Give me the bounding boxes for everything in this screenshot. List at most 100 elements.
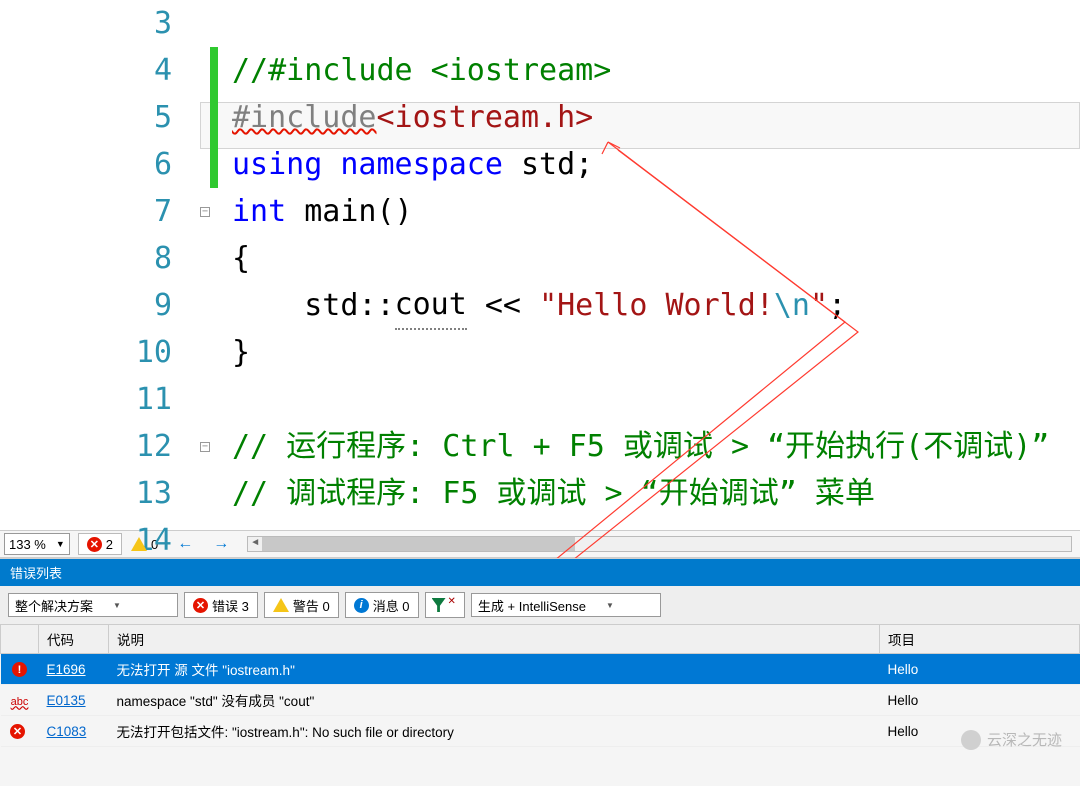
clear-x-icon: ✕ <box>448 596 456 607</box>
error-description: 无法打开 源 文件 "iostream.h" <box>109 654 880 685</box>
error-stop-icon: ! <box>12 662 27 677</box>
line-number: 10 <box>42 329 172 376</box>
error-icon: ✕ <box>193 598 208 613</box>
line-number: 14 <box>42 517 172 564</box>
comment-text: // 调试程序: F5 或调试 > “开始调试” 菜单 <box>232 470 875 517</box>
escape-sequence: \n <box>774 282 810 329</box>
error-project: Hello <box>880 654 1080 685</box>
grid-header-row[interactable]: 代码 说明 项目 <box>1 625 1080 654</box>
line-number: 12 <box>42 423 172 470</box>
info-icon: i <box>354 598 369 613</box>
code-line: using namespace std; <box>210 141 1080 188</box>
comment-text: // 运行程序: Ctrl + F5 或调试 > “开始执行(不调试)” <box>232 423 1049 470</box>
warning-icon <box>131 537 147 551</box>
code-line: −// 运行程序: Ctrl + F5 或调试 > “开始执行(不调试)” <box>210 423 1080 470</box>
funnel-icon <box>432 598 446 612</box>
code-editor[interactable]: 3 4 5 6 7 8 9 10 11 12 13 14 //#include … <box>0 0 1080 530</box>
error-list-title[interactable]: 错误列表 <box>0 559 1080 586</box>
punctuation: () <box>377 188 413 235</box>
keyword: using <box>232 141 322 188</box>
error-project: Hello <box>880 685 1080 716</box>
header-severity[interactable] <box>1 625 39 654</box>
code-line: std::cout << "Hello World!\n"; <box>210 282 1080 329</box>
identifier-cout: cout <box>395 281 467 330</box>
code-content[interactable]: //#include <iostream> #include<iostream.… <box>200 0 1080 530</box>
error-project: Hello <box>880 716 1080 747</box>
header-code[interactable]: 代码 <box>39 625 109 654</box>
scrollbar-thumb[interactable] <box>262 537 575 551</box>
fold-toggle-icon[interactable]: − <box>200 207 210 217</box>
string-literal: " <box>810 282 828 329</box>
string-literal: "Hello World! <box>539 282 774 329</box>
error-row[interactable]: abc E0135 namespace "std" 没有成员 "cout" He… <box>1 685 1080 716</box>
brace: } <box>232 329 250 376</box>
line-number: 5 <box>42 94 172 141</box>
function-name: main <box>286 188 376 235</box>
comment-text: //#include <iostream> <box>232 47 611 94</box>
header-description[interactable]: 说明 <box>109 625 880 654</box>
warning-icon <box>273 598 289 612</box>
line-number-gutter: 3 4 5 6 7 8 9 10 11 12 13 14 <box>42 0 200 530</box>
change-marker <box>210 141 218 188</box>
identifier: std; <box>503 141 593 188</box>
errors-filter-button[interactable]: ✕ 错误 3 <box>184 592 258 618</box>
error-description: 无法打开包括文件: "iostream.h": No such file or … <box>109 716 880 747</box>
code-line: //#include <iostream> <box>210 47 1080 94</box>
brace: { <box>232 235 250 282</box>
error-code[interactable]: E1696 <box>47 662 86 677</box>
line-number: 6 <box>42 141 172 188</box>
messages-filter-label: 消息 0 <box>373 596 410 615</box>
line-number: 9 <box>42 282 172 329</box>
error-list-grid[interactable]: 代码 说明 项目 ! E1696 无法打开 源 文件 "iostream.h" … <box>0 624 1080 747</box>
error-code[interactable]: E0135 <box>47 693 86 708</box>
operator: << <box>467 282 539 329</box>
errors-filter-label: 错误 3 <box>212 596 249 615</box>
editor-margin[interactable] <box>0 0 42 530</box>
error-list-panel: 错误列表 整个解决方案 ▼ ✕ 错误 3 警告 0 i 消息 0 ✕ 生成 + … <box>0 558 1080 786</box>
code-line: −int main() <box>210 188 1080 235</box>
warnings-filter-button[interactable]: 警告 0 <box>264 592 339 618</box>
punctuation: ; <box>828 282 846 329</box>
line-number: 11 <box>42 376 172 423</box>
line-number: 3 <box>42 0 172 47</box>
clear-filter-button[interactable]: ✕ <box>425 592 465 618</box>
build-intellisense-combo[interactable]: 生成 + IntelliSense ▼ <box>471 593 661 617</box>
fold-toggle-icon[interactable]: − <box>200 442 210 452</box>
line-number: 8 <box>42 235 172 282</box>
code-line <box>210 0 1080 47</box>
chevron-down-icon: ▼ <box>113 601 121 610</box>
preprocessor-text: #include <box>232 94 377 141</box>
line-number: 7 <box>42 188 172 235</box>
warnings-filter-label: 警告 0 <box>293 596 330 615</box>
messages-filter-button[interactable]: i 消息 0 <box>345 592 419 618</box>
zoom-value: 133 % <box>9 537 46 552</box>
code-line <box>210 376 1080 423</box>
keyword: int <box>232 188 286 235</box>
next-issue-button[interactable]: → <box>203 535 239 553</box>
intellisense-error-icon: abc <box>11 696 29 708</box>
code-text: std:: <box>232 282 395 329</box>
change-marker <box>210 47 218 94</box>
error-description: namespace "std" 没有成员 "cout" <box>109 685 880 716</box>
header-project[interactable]: 项目 <box>880 625 1080 654</box>
error-list-toolbar: 整个解决方案 ▼ ✕ 错误 3 警告 0 i 消息 0 ✕ 生成 + Intel… <box>0 586 1080 624</box>
line-number: 13 <box>42 470 172 517</box>
horizontal-scrollbar[interactable]: ◄ <box>247 536 1072 552</box>
code-line: } <box>210 329 1080 376</box>
build-combo-value: 生成 + IntelliSense <box>478 596 586 615</box>
chevron-down-icon: ▼ <box>606 601 614 610</box>
scope-combo-value: 整个解决方案 <box>15 596 93 615</box>
code-line: { <box>210 235 1080 282</box>
error-row[interactable]: ! E1696 无法打开 源 文件 "iostream.h" Hello <box>1 654 1080 685</box>
code-line: #include<iostream.h> <box>210 94 1080 141</box>
include-path: <iostream.h> <box>377 94 594 141</box>
prev-issue-button[interactable]: ← <box>167 535 203 553</box>
line-number: 4 <box>42 47 172 94</box>
error-code[interactable]: C1083 <box>47 724 87 739</box>
error-icon: ✕ <box>10 724 25 739</box>
scope-combo[interactable]: 整个解决方案 ▼ <box>8 593 178 617</box>
scroll-left-icon[interactable]: ◄ <box>248 537 262 551</box>
keyword: namespace <box>340 141 503 188</box>
error-row[interactable]: ✕ C1083 无法打开包括文件: "iostream.h": No such … <box>1 716 1080 747</box>
code-line: // 调试程序: F5 或调试 > “开始调试” 菜单 <box>210 470 1080 517</box>
